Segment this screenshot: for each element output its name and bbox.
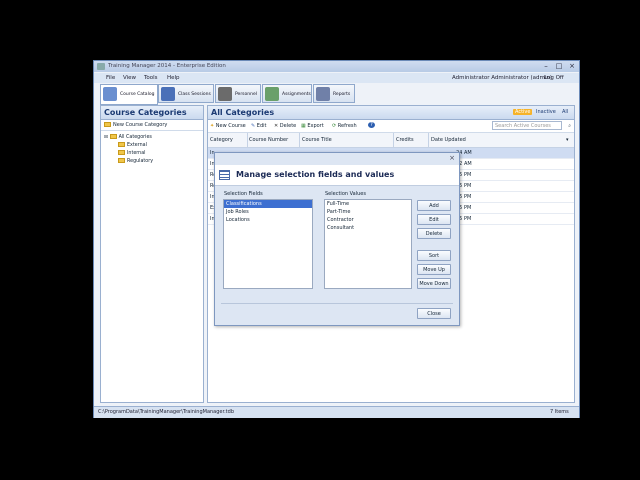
tree-item-external[interactable]: External bbox=[118, 142, 147, 148]
delete-value-button[interactable]: Delete bbox=[417, 228, 451, 239]
new-course-button[interactable]: ✦ New Course bbox=[210, 123, 246, 129]
window-title: Training Manager 2014 - Enterprise Editi… bbox=[108, 63, 226, 69]
list-item[interactable]: Job Roles bbox=[224, 208, 312, 216]
tab-course-catalog[interactable]: Course Catalog bbox=[100, 84, 158, 105]
tab-personnel[interactable]: Personnel bbox=[215, 84, 261, 103]
selection-values-list[interactable]: Full-Time Part-Time Contractor Consultan… bbox=[324, 199, 412, 289]
assignments-icon bbox=[265, 87, 279, 101]
pencil-icon: ✎ bbox=[251, 123, 256, 129]
close-window-button[interactable]: × bbox=[566, 62, 578, 71]
categories-title: Course Categories bbox=[101, 106, 203, 120]
edit-value-button[interactable]: Edit bbox=[417, 214, 451, 225]
book-icon bbox=[103, 87, 117, 101]
minimize-button[interactable]: – bbox=[540, 62, 552, 71]
column-chooser-icon[interactable]: ▾ bbox=[566, 137, 569, 143]
filter-inactive[interactable]: Inactive bbox=[536, 109, 556, 115]
people-icon bbox=[218, 87, 232, 101]
tab-class-sessions[interactable]: Class Sessions bbox=[158, 84, 214, 103]
printer-icon bbox=[316, 87, 330, 101]
list-item[interactable]: Contractor bbox=[325, 216, 411, 224]
delete-button[interactable]: ✕ Delete bbox=[274, 123, 296, 129]
new-category-button[interactable]: New Course Category bbox=[101, 120, 203, 131]
close-button[interactable]: Close bbox=[417, 308, 451, 319]
database-path: C:\ProgramData\TrainingManager\TrainingM… bbox=[98, 409, 234, 415]
selection-fields-list[interactable]: Classifications Job Roles Locations bbox=[223, 199, 313, 289]
tab-assignments[interactable]: Assignments bbox=[262, 84, 312, 103]
courses-title: All Categories bbox=[211, 108, 275, 117]
list-icon bbox=[219, 170, 230, 180]
star-icon: ✦ bbox=[210, 123, 215, 129]
tab-reports[interactable]: Reports bbox=[313, 84, 355, 103]
item-count: 7 Items bbox=[550, 409, 569, 415]
export-icon: ▦ bbox=[301, 123, 306, 129]
courses-toolbar: ✦ New Course ✎ Edit ✕ Delete ▦ Export ⟳ … bbox=[208, 120, 574, 133]
menu-file[interactable]: File bbox=[106, 75, 115, 81]
col-course-title[interactable]: Course Title bbox=[302, 137, 332, 143]
grid-header: Category Course Number Course Title Cred… bbox=[208, 133, 574, 148]
sort-button[interactable]: Sort bbox=[417, 250, 451, 261]
categories-panel: Course Categories New Course Category ⊟ … bbox=[100, 105, 204, 403]
refresh-icon: ⟳ bbox=[332, 123, 337, 129]
list-item[interactable]: Locations bbox=[224, 216, 312, 224]
menu-bar: File View Tools Help Administrator Admin… bbox=[94, 73, 579, 83]
add-button[interactable]: Add bbox=[417, 200, 451, 211]
col-category[interactable]: Category bbox=[210, 137, 233, 143]
col-credits[interactable]: Credits bbox=[396, 137, 414, 143]
folder-add-icon bbox=[104, 122, 111, 127]
expand-icon[interactable]: ⊟ bbox=[104, 135, 108, 140]
tree-item-regulatory[interactable]: Regulatory bbox=[118, 158, 153, 164]
app-icon bbox=[97, 63, 105, 70]
menu-view[interactable]: View bbox=[123, 75, 136, 81]
menu-tools[interactable]: Tools bbox=[144, 75, 158, 81]
status-bar: C:\ProgramData\TrainingManager\TrainingM… bbox=[94, 406, 579, 418]
col-course-number[interactable]: Course Number bbox=[249, 137, 288, 143]
maximize-button[interactable]: □ bbox=[553, 62, 565, 71]
menu-help[interactable]: Help bbox=[167, 75, 180, 81]
folder-icon bbox=[109, 134, 117, 139]
dialog-header: Manage selection fields and values bbox=[215, 165, 459, 186]
list-item[interactable]: Consultant bbox=[325, 224, 411, 232]
delete-icon: ✕ bbox=[274, 123, 279, 129]
category-tree: ⊟ All Categories External Internal Regul… bbox=[101, 131, 203, 171]
list-item[interactable]: Full-Time bbox=[325, 200, 411, 208]
move-down-button[interactable]: Move Down bbox=[417, 278, 451, 289]
tree-item-all[interactable]: ⊟ All Categories bbox=[104, 134, 152, 140]
folder-icon bbox=[118, 150, 125, 155]
list-item[interactable]: Classifications bbox=[224, 200, 312, 208]
folder-icon bbox=[118, 158, 125, 163]
courses-header: All Categories Active Inactive All bbox=[208, 106, 574, 120]
dialog-close-icon[interactable]: × bbox=[449, 154, 455, 162]
edit-button[interactable]: ✎ Edit bbox=[251, 123, 266, 129]
export-button[interactable]: ▦ Export bbox=[301, 123, 324, 129]
user-label: Administrator Administrator (admin) bbox=[452, 75, 553, 81]
search-input[interactable]: Search Active Courses bbox=[492, 121, 562, 130]
move-up-button[interactable]: Move Up bbox=[417, 264, 451, 275]
tree-item-internal[interactable]: Internal bbox=[118, 150, 146, 156]
selection-fields-label: Selection Fields bbox=[224, 191, 263, 197]
search-icon[interactable]: ⌕ bbox=[568, 123, 571, 129]
refresh-button[interactable]: ⟳ Refresh bbox=[332, 123, 357, 129]
folder-icon bbox=[118, 142, 125, 147]
dialog-divider bbox=[221, 303, 453, 304]
logoff-link[interactable]: Log Off bbox=[544, 75, 564, 81]
selection-values-label: Selection Values bbox=[325, 191, 366, 197]
help-icon[interactable]: ? bbox=[368, 122, 375, 128]
filter-active[interactable]: Active bbox=[513, 109, 533, 115]
col-date-updated[interactable]: Date Updated bbox=[431, 137, 466, 143]
title-bar: Training Manager 2014 - Enterprise Editi… bbox=[94, 61, 579, 72]
list-item[interactable]: Part-Time bbox=[325, 208, 411, 216]
manage-fields-dialog: × Manage selection fields and values Sel… bbox=[214, 152, 460, 326]
sessions-icon bbox=[161, 87, 175, 101]
dialog-title: Manage selection fields and values bbox=[236, 170, 395, 179]
filter-all[interactable]: All bbox=[562, 109, 568, 115]
